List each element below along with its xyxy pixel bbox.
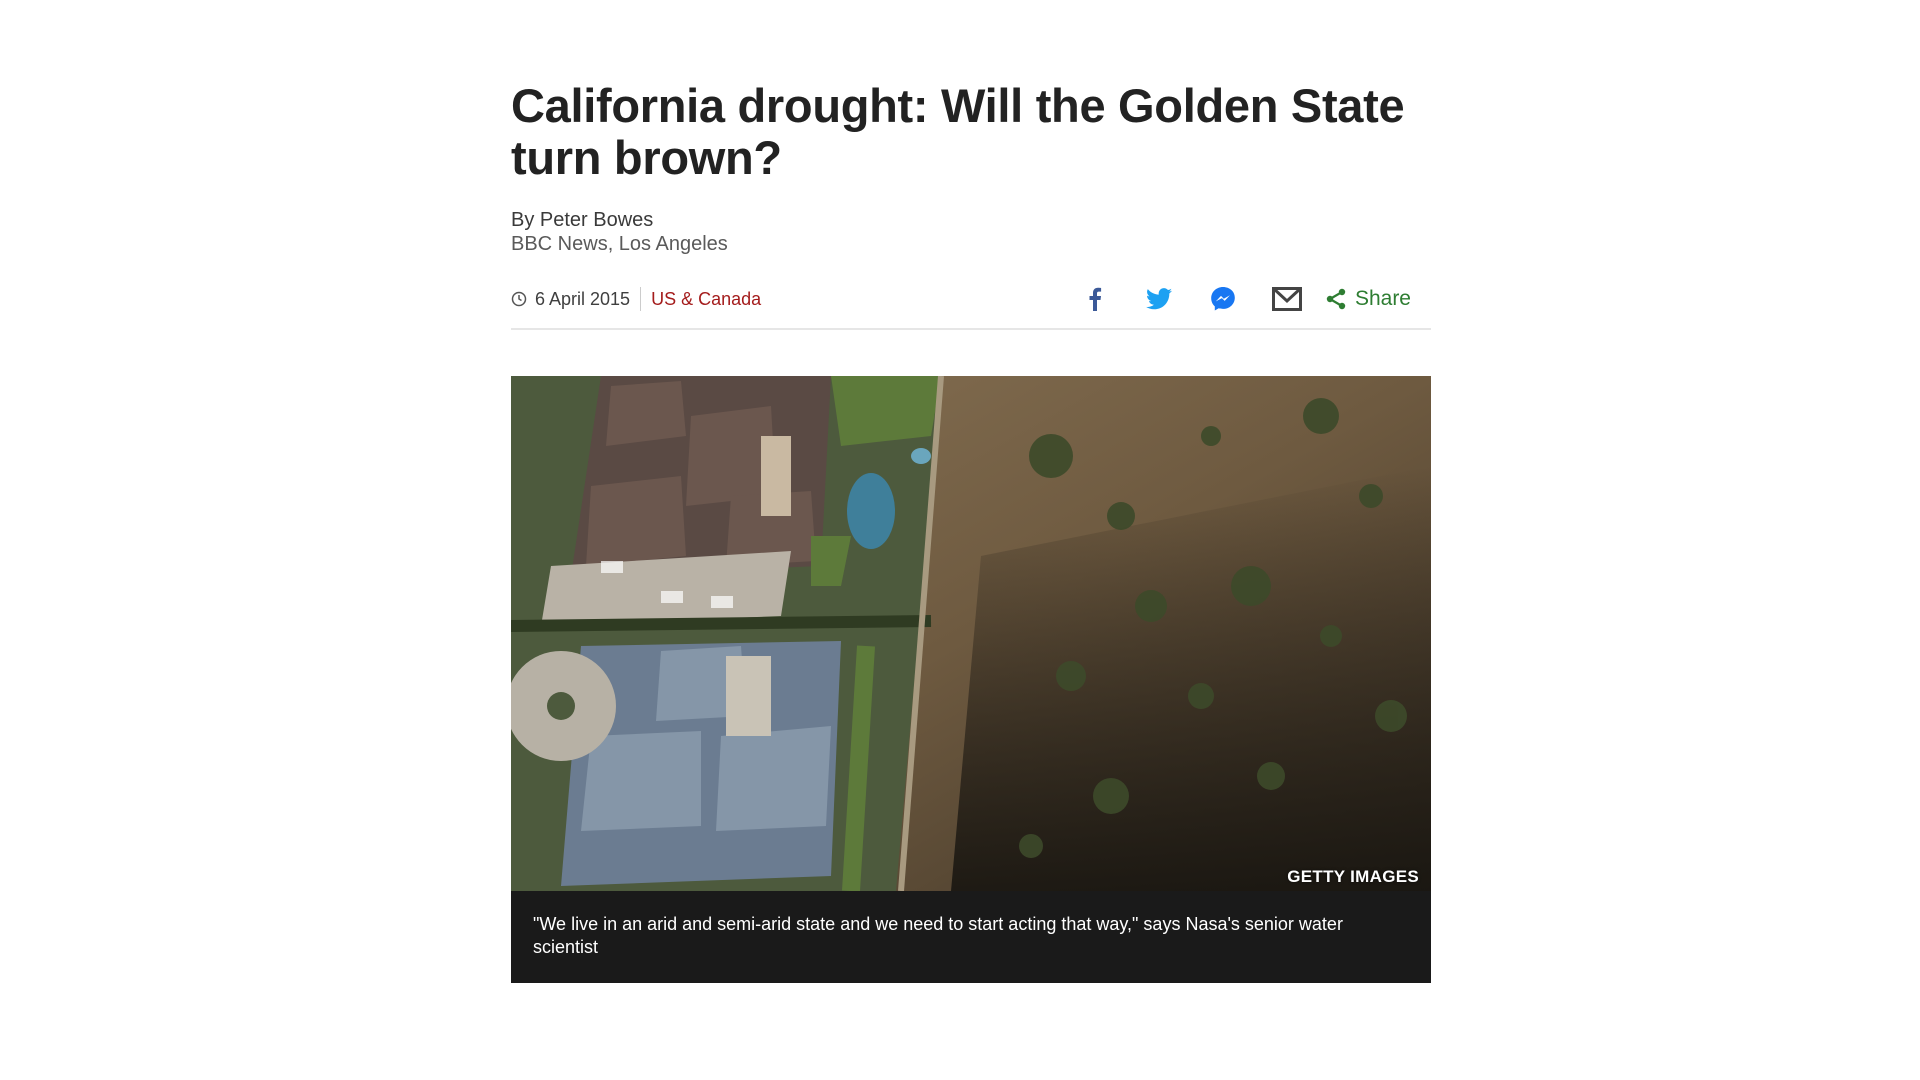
clock-icon — [511, 291, 527, 307]
publish-date: 6 April 2015 — [535, 288, 631, 309]
facebook-icon — [1089, 287, 1102, 311]
twitter-icon — [1145, 288, 1172, 310]
email-share-button[interactable] — [1255, 282, 1319, 316]
article: California drought: Will the Golden Stat… — [511, 80, 1431, 983]
meta-bar: 6 April 2015 US & Canada Share — [511, 282, 1431, 330]
photo-credit: GETTY IMAGES — [1287, 867, 1419, 886]
share-icon — [1326, 288, 1346, 310]
share-button[interactable]: Share — [1325, 287, 1411, 311]
share-label: Share — [1354, 287, 1411, 310]
messenger-share-button[interactable] — [1191, 282, 1255, 316]
twitter-share-button[interactable] — [1127, 282, 1191, 316]
email-icon — [1271, 287, 1302, 311]
author-role: BBC News, Los Angeles — [511, 233, 728, 255]
page: California drought: Will the Golden Stat… — [0, 0, 1920, 1080]
section-link[interactable]: US & Canada — [651, 289, 761, 310]
messenger-icon — [1211, 287, 1235, 311]
lead-figure: GETTY IMAGES "We live in an arid and sem… — [511, 376, 1431, 983]
meta-divider — [640, 287, 642, 311]
share-tools: Share — [1063, 282, 1411, 316]
article-headline: California drought: Will the Golden Stat… — [511, 79, 1405, 184]
author-name: By Peter Bowes — [511, 209, 654, 231]
photo-caption: "We live in an arid and semi-arid state … — [511, 891, 1431, 983]
article-meta: 6 April 2015 US & Canada — [511, 287, 761, 311]
lead-photo: GETTY IMAGES — [511, 376, 1431, 891]
facebook-share-button[interactable] — [1063, 282, 1127, 316]
byline: By Peter Bowes BBC News, Los Angeles — [511, 208, 1431, 256]
